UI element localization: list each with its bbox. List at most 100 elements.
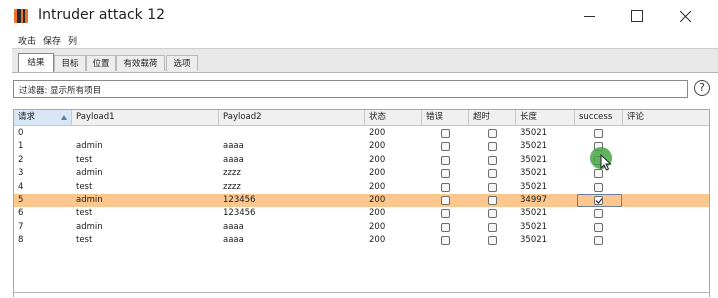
cell-status: 200 [369,128,386,138]
cell-length: 35021 [520,168,548,179]
error-checkbox[interactable] [441,182,450,192]
column-header-payload1[interactable]: Payload1 [72,110,219,125]
column-header-comment[interactable]: 评论 [623,110,709,125]
menu-save[interactable]: 保存 [43,34,61,47]
table-row[interactable]: 4 test zzzz 200 35021 [14,181,709,194]
cell-length: 34997 [520,195,548,205]
tab-strip: 结果 目标 位置 有效载荷 选项 [12,48,718,73]
cell-payload2: aaaa [223,221,244,232]
focused-cell-outline [577,194,622,207]
tab-options[interactable]: 选项 [166,55,198,71]
window-title: Intruder attack 12 [38,7,166,23]
column-header-timeout[interactable]: 超时 [469,110,516,125]
cell-payload1: test [76,154,93,165]
cell-comment [623,234,709,247]
success-checkbox[interactable] [594,182,603,192]
table-row[interactable]: 8 test aaaa 200 35021 [14,234,709,247]
tab-results[interactable]: 结果 [18,53,54,72]
success-checkbox[interactable] [594,129,603,138]
maximize-button[interactable] [614,0,660,32]
timeout-checkbox[interactable] [488,236,497,246]
table-row[interactable]: 6 test 123456 200 35021 [14,207,709,220]
cell-comment [623,181,709,194]
column-header-error[interactable]: 错误 [422,110,469,125]
sort-ascending-icon [61,115,67,120]
cell-payload1: admin [76,141,103,152]
cell-payload2: aaaa [223,235,244,246]
results-table: 请求 Payload1 Payload2 状态 错误 超时 长度 success… [13,109,710,297]
error-checkbox[interactable] [441,209,450,219]
menu-attack[interactable]: 攻击 [18,34,36,47]
error-checkbox[interactable] [441,222,450,232]
column-header-request[interactable]: 请求 [14,110,72,125]
tab-target[interactable]: 目标 [54,55,86,71]
tab-payloads[interactable]: 有效载荷 [116,55,165,71]
cell-length: 35021 [520,141,548,152]
cell-payload2: zzzz [223,181,241,192]
menu-columns[interactable]: 列 [68,34,77,47]
timeout-checkbox[interactable] [488,142,497,152]
cell-payload2: aaaa [223,154,244,165]
cell-status: 200 [369,235,386,246]
table-row[interactable]: 0 200 35021 [14,127,709,140]
cell-payload1: test [76,181,93,192]
error-checkbox[interactable] [441,142,450,152]
help-icon[interactable]: ? [694,80,710,96]
timeout-checkbox[interactable] [488,222,497,232]
mouse-pointer-icon [600,154,612,171]
minimize-icon [583,15,595,17]
error-checkbox[interactable] [441,129,450,138]
cell-payload1: admin [76,221,103,232]
cell-payload2: 123456 [223,195,256,205]
success-checkbox[interactable] [594,222,603,232]
cell-payload1 [72,127,219,140]
cell-request: 1 [18,141,24,152]
cell-payload2 [219,127,365,140]
title-bar: Intruder attack 12 [0,0,718,32]
timeout-checkbox[interactable] [488,196,497,205]
cell-request: 3 [18,168,24,179]
table-row[interactable]: 7 admin aaaa 200 35021 [14,221,709,234]
cell-comment [623,194,709,207]
cell-request: 8 [18,235,24,246]
burp-app-icon [14,9,28,23]
column-header-length[interactable]: 长度 [516,110,575,125]
tab-positions[interactable]: 位置 [86,55,116,71]
cell-length: 35021 [520,128,548,138]
success-checkbox[interactable] [594,209,603,219]
cell-payload2: zzzz [223,168,241,179]
cell-length: 35021 [520,154,548,165]
error-checkbox[interactable] [441,169,450,179]
bottom-divider [13,292,710,293]
cell-length: 35021 [520,221,548,232]
cell-comment [623,167,709,180]
timeout-checkbox[interactable] [488,129,497,138]
cell-request: 4 [18,181,24,192]
cell-length: 35021 [520,208,548,219]
timeout-checkbox[interactable] [488,209,497,219]
cell-request: 6 [18,208,24,219]
column-header-payload2[interactable]: Payload2 [219,110,365,125]
column-header-success[interactable]: success [575,110,623,125]
cell-comment [623,221,709,234]
error-checkbox[interactable] [441,236,450,246]
timeout-checkbox[interactable] [488,169,497,179]
column-header-status[interactable]: 状态 [365,110,422,125]
timeout-checkbox[interactable] [488,182,497,192]
filter-bar[interactable]: 过滤器: 显示所有项目 [13,80,688,98]
cell-payload1: test [76,235,93,246]
maximize-icon [631,10,643,22]
timeout-checkbox[interactable] [488,155,497,165]
cell-length: 35021 [520,181,548,192]
cell-request: 0 [18,128,24,138]
menu-bar: 攻击 保存 列 [0,33,718,48]
cell-status: 200 [369,154,386,165]
cell-request: 7 [18,221,24,232]
table-row[interactable]: 5 admin 123456 200 34997 [14,194,709,207]
success-checkbox[interactable] [594,236,603,246]
minimize-button[interactable] [566,0,612,32]
cell-status: 200 [369,208,386,219]
error-checkbox[interactable] [441,196,450,205]
error-checkbox[interactable] [441,155,450,165]
close-button[interactable] [662,0,708,32]
